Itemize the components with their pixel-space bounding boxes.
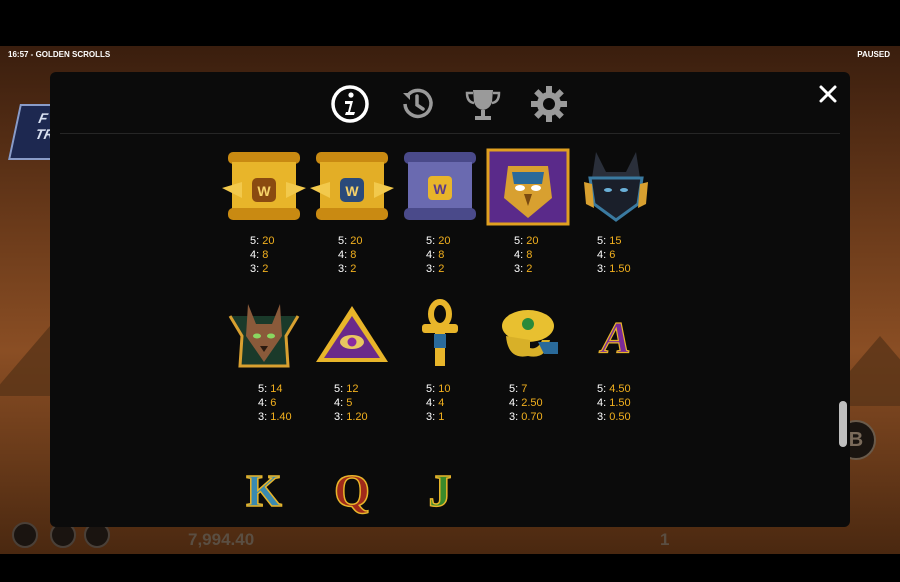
symbol-purple-scroll-wild: W bbox=[398, 148, 482, 226]
tab-bar bbox=[50, 72, 850, 132]
balance-value: 7,994.40 bbox=[188, 530, 255, 549]
tab-info[interactable] bbox=[330, 84, 370, 124]
symbol-letter-k: K bbox=[222, 446, 306, 524]
close-icon bbox=[819, 85, 837, 103]
purple-scroll-wild-icon: W bbox=[404, 152, 476, 220]
symbol-letter-j: J bbox=[398, 446, 482, 524]
svg-text:W: W bbox=[433, 181, 447, 197]
symbol-gold-scroll-wild-1: W bbox=[222, 148, 306, 226]
paylist-8: 5: 10 4: 4 3: 1 bbox=[426, 383, 451, 423]
paylist-9: 5: 7 4: 2.50 3: 0.70 bbox=[509, 383, 543, 423]
tab-trophy[interactable] bbox=[463, 84, 503, 124]
game-title: 16:57 - GOLDEN SCROLLS bbox=[8, 50, 111, 59]
letter-q-icon: Q bbox=[333, 464, 370, 517]
symbol-anubis-jackal bbox=[574, 148, 658, 226]
ankh-icon bbox=[422, 299, 458, 366]
svg-text:W: W bbox=[257, 183, 271, 199]
scrollbar-thumb[interactable] bbox=[839, 401, 847, 447]
paylist-10: 5: 4.50 4: 1.50 3: 0.50 bbox=[597, 383, 631, 423]
tab-history[interactable] bbox=[397, 84, 437, 124]
trophy-icon bbox=[465, 90, 501, 120]
paylist-3: 5: 20 4: 8 3: 2 bbox=[426, 235, 451, 275]
anubis-jackal-icon bbox=[584, 152, 648, 222]
bastet-cat-icon bbox=[228, 304, 300, 368]
svg-text:Q: Q bbox=[334, 465, 370, 516]
gold-scroll-wild-icon: W bbox=[310, 152, 394, 220]
top-bar bbox=[0, 0, 900, 46]
history-icon bbox=[403, 88, 433, 119]
tab-settings[interactable] bbox=[529, 84, 569, 124]
bottom-bar bbox=[0, 554, 900, 582]
info-icon bbox=[331, 85, 369, 123]
gold-scroll-wild-icon: W bbox=[222, 152, 306, 220]
paylist-7: 5: 12 4: 5 3: 1.20 bbox=[334, 383, 368, 423]
symbol-bastet-cat bbox=[222, 296, 306, 374]
svg-text:A: A bbox=[598, 313, 630, 362]
letter-a-icon: A bbox=[598, 312, 632, 362]
svg-text:J: J bbox=[429, 465, 452, 516]
pause-status: PAUSED bbox=[857, 50, 890, 59]
letter-j-icon: J bbox=[428, 464, 453, 517]
horus-falcon-icon bbox=[486, 148, 570, 226]
symbol-ankh bbox=[398, 296, 482, 374]
close-button[interactable] bbox=[816, 82, 840, 106]
tab-divider bbox=[60, 133, 840, 134]
paylist-6: 5: 14 4: 6 3: 1.40 bbox=[258, 383, 292, 423]
symbol-scarab bbox=[486, 296, 570, 374]
symbol-horus-falcon bbox=[486, 148, 570, 226]
svg-text:W: W bbox=[345, 183, 359, 199]
menu-icon bbox=[12, 522, 38, 548]
paylist-2: 5: 20 4: 8 3: 2 bbox=[338, 235, 363, 275]
symbol-letter-q: Q bbox=[310, 446, 394, 524]
symbol-gold-scroll-wild-2: W bbox=[310, 148, 394, 226]
eye-pyramid-icon bbox=[316, 306, 388, 362]
paylist-1: 5: 20 4: 8 3: 2 bbox=[250, 235, 275, 275]
symbol-letter-a: A bbox=[574, 296, 658, 374]
paylist-5: 5: 15 4: 6 3: 1.50 bbox=[597, 235, 631, 275]
letter-k-icon: K bbox=[245, 464, 283, 517]
paylist-4: 5: 20 4: 8 3: 2 bbox=[514, 235, 539, 275]
scarab-icon bbox=[502, 310, 558, 357]
settings-icon bbox=[531, 86, 567, 122]
svg-text:K: K bbox=[246, 465, 282, 516]
paytable-panel: W W W 5: 20 4: 8 3: 2 5: 20 4: 8 3: 2 5:… bbox=[50, 72, 850, 527]
bet-value: 1 bbox=[660, 530, 670, 549]
symbol-eye-pyramid bbox=[310, 296, 394, 374]
